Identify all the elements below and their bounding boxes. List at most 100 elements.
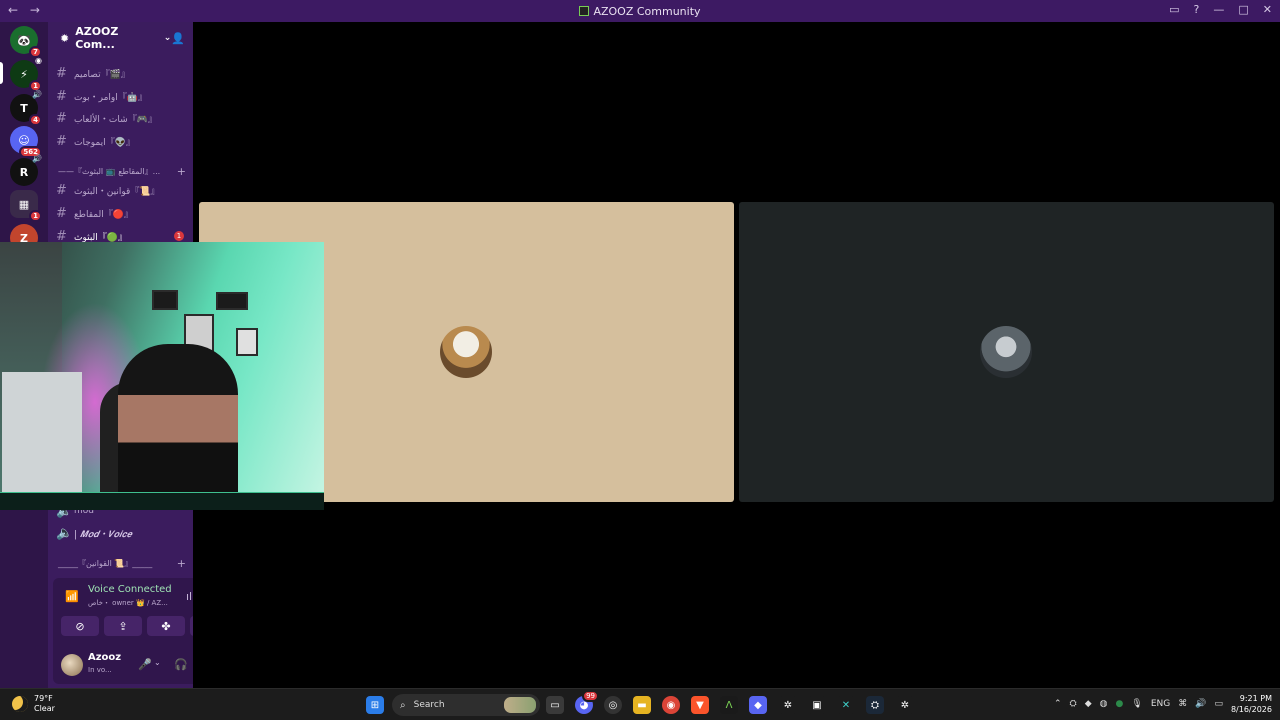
guild-home[interactable]: 🐼 7 <box>10 26 42 58</box>
maximize-button[interactable]: □ <box>1238 3 1248 16</box>
steam-icon[interactable]: ⛭ <box>866 696 884 714</box>
search-highlight-image <box>504 697 536 713</box>
title-bar: ← → AZOOZ Community ▭ ? — □ ✕ <box>0 0 1280 22</box>
camera-off-icon: ⊘ <box>75 619 85 633</box>
guild-6[interactable]: ▦ 1 <box>10 190 42 222</box>
server-name: AZOOZ Com... <box>75 25 119 51</box>
brave-icon[interactable]: ▼ <box>691 696 709 714</box>
search-label: Search <box>413 700 445 710</box>
minimize-button[interactable]: — <box>1213 3 1224 16</box>
plus-icon[interactable]: + <box>177 557 186 570</box>
guild-3[interactable]: T 🔊 4 <box>10 90 42 126</box>
start-icon[interactable]: ⊞ <box>366 696 384 714</box>
file-explorer-icon[interactable]: ▬ <box>633 696 651 714</box>
chrome-icon[interactable]: ◉ <box>662 696 680 714</box>
clock[interactable]: 9:21 PM 8/16/2026 <box>1231 693 1272 715</box>
volume-icon[interactable]: 🔊 <box>1195 699 1206 709</box>
microphone-icon[interactable]: 🎤 <box>138 658 152 671</box>
guild-4[interactable]: ☺ 562 <box>10 126 42 158</box>
help-icon[interactable]: ? <box>1194 3 1200 16</box>
server-header[interactable]: ✹ AZOOZ Com... ⌄ 👤 <box>48 22 193 54</box>
taskbar: 79°F Clear ⊞ ⌕ Search ▭ ◕ 99 ◎ ▬ ◉ ▼ Λ ◆ ✲… <box>0 688 1280 720</box>
voice-channel-label: | 𝑴𝒐𝒅・𝑽𝒐𝒊𝒄𝒆 <box>74 529 132 540</box>
clock-date: 8/16/2026 <box>1230 705 1272 714</box>
hash-icon: # <box>56 205 67 221</box>
category-header[interactable]: ——『المقاطع 📺 البثوث』... + <box>58 164 186 178</box>
voice-channel-path: خاص・ owner 👑 / AZ... <box>88 599 168 607</box>
discord-icon[interactable]: ◕ 99 <box>575 690 599 714</box>
channel-label: شات・الألعاب『🎮』 <box>74 114 157 125</box>
channel-label: اوامر・بوت『🤖』 <box>74 92 147 103</box>
search-box[interactable]: ⌕ Search <box>392 694 540 716</box>
screen-share-button[interactable]: ⇪ <box>104 616 142 636</box>
app-tray-icon[interactable]: ◍ <box>1100 699 1108 709</box>
mention-badge: 1 <box>174 231 184 241</box>
participant-avatar <box>980 326 1032 378</box>
user-status: In vo... <box>88 666 112 674</box>
participant-tile[interactable] <box>739 202 1274 502</box>
app-x-icon[interactable]: ✕ <box>837 696 855 714</box>
invite-icon[interactable]: 👤 <box>171 32 185 45</box>
voice-channel-item[interactable]: 🔈 | 𝑴𝒐𝒅・𝑽𝒐𝒊𝒄𝒆 <box>56 523 184 543</box>
chevron-down-icon[interactable]: ⌄ <box>154 658 161 667</box>
connection-icon[interactable]: 📶 <box>65 590 79 603</box>
task-view-icon[interactable]: ▭ <box>546 696 564 714</box>
category-label: _____『القوانين 📜』_____ <box>58 558 153 568</box>
steelseries-icon[interactable]: ✲ <box>779 696 797 714</box>
weather-widget[interactable]: 79°F Clear <box>12 694 55 714</box>
obs-icon[interactable]: ◎ <box>604 696 622 714</box>
overlay-strip <box>0 492 324 510</box>
network-icon[interactable]: ⌘ <box>1178 699 1187 709</box>
server-icon <box>579 6 590 16</box>
close-button[interactable]: ✕ <box>1263 3 1272 16</box>
channel-item[interactable]: # تصاميم『🎬』 <box>56 63 184 83</box>
voice-status: Voice Connected <box>88 584 172 595</box>
screen-share-icon: ⇪ <box>118 619 128 633</box>
activities-button[interactable]: ✤ <box>147 616 185 636</box>
chevron-up-icon[interactable]: ⌃ <box>1054 699 1062 709</box>
channel-item[interactable]: # شات・الألعاب『🎮』 <box>56 108 184 128</box>
username: Azooz <box>88 652 122 663</box>
channel-label: ايموجات『👽』 <box>74 137 135 148</box>
channel-item[interactable]: # ايموجات『👽』 <box>56 131 184 151</box>
app-controller-icon[interactable]: ◆ <box>749 696 767 714</box>
channel-item[interactable]: # قوانين・البثوث『📜』 <box>56 180 184 200</box>
window-title: AZOOZ Community <box>0 5 1280 18</box>
app-a-icon[interactable]: Λ <box>720 696 738 714</box>
avatar[interactable] <box>61 654 83 676</box>
category-header[interactable]: _____『القوانين 📜』_____ + <box>58 556 186 570</box>
notification-badge: 99 <box>582 690 599 702</box>
hash-icon: # <box>56 110 67 126</box>
hash-icon: # <box>56 133 67 149</box>
unread-badge: 4 <box>29 114 42 126</box>
chevron-down-icon: ⌄ <box>163 33 172 43</box>
steam-tray-icon[interactable]: ⛭ <box>1070 699 1077 709</box>
guild-5[interactable]: R 🔊 <box>10 154 42 186</box>
battery-icon[interactable]: ▭ <box>1214 699 1223 709</box>
settings-app-icon[interactable]: ✲ <box>896 696 914 714</box>
microphone-tray-icon[interactable]: 🎙 <box>1131 699 1142 709</box>
webcam-overlay <box>0 242 324 510</box>
speaker-icon: 🔊 <box>32 154 42 163</box>
status-dot-icon[interactable]: ● <box>1116 699 1124 709</box>
plus-icon[interactable]: + <box>177 165 186 178</box>
camera-button[interactable]: ⊘ <box>61 616 99 636</box>
channel-item[interactable]: # اوامر・بوت『🤖』 <box>56 86 184 106</box>
channel-item[interactable]: # المقاطع『🔴』 <box>56 203 184 223</box>
participant-avatar <box>440 326 492 378</box>
channel-label: البثوث『🟢』 <box>74 232 128 243</box>
selected-pill <box>0 62 3 84</box>
webcam-person <box>118 344 238 510</box>
guild-2[interactable]: ⚡ ◉ 1 <box>10 56 42 92</box>
app-square-icon[interactable]: ▣ <box>808 696 826 714</box>
controller-tray-icon[interactable]: ◆ <box>1085 699 1092 709</box>
language-indicator[interactable]: ENG <box>1151 699 1170 709</box>
weather-desc: Clear <box>34 704 55 713</box>
headphones-icon[interactable]: 🎧 <box>174 658 188 671</box>
speaker-icon: 🔊 <box>32 90 42 99</box>
activities-icon: ✤ <box>161 619 171 633</box>
hash-icon: # <box>56 88 67 104</box>
inbox-icon[interactable]: ▭ <box>1169 3 1179 16</box>
search-icon: ⌕ <box>400 699 406 711</box>
channel-label: قوانين・البثوث『📜』 <box>74 186 160 197</box>
